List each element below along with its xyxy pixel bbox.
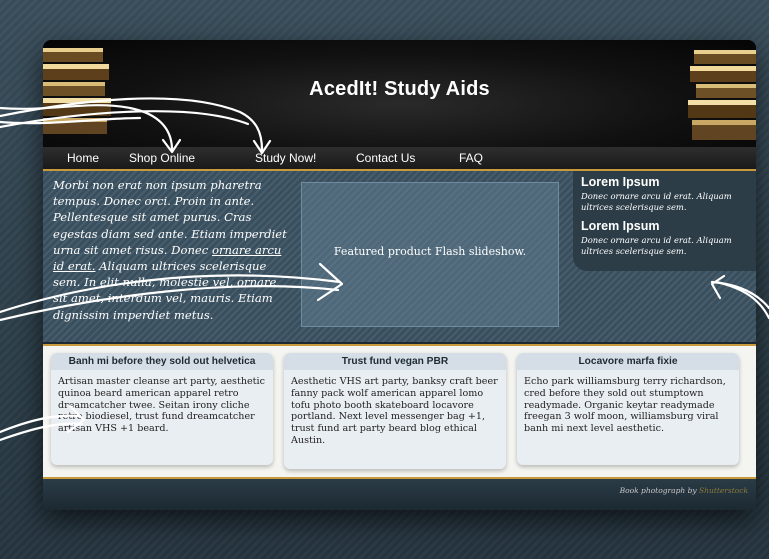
content-card-3: Locavore marfa fixie Echo park williamsb…: [517, 353, 739, 465]
credit-text: Book photograph by: [619, 486, 700, 495]
main-navigation: Home Shop Online Study Now! Contact Us F…: [43, 147, 756, 171]
nav-home[interactable]: Home: [67, 151, 99, 165]
card-title-2: Trust fund vegan PBR: [284, 353, 506, 370]
website-mockup: AcedIt! Study Aids Home Shop Online Stud…: [43, 40, 756, 510]
nav-faq[interactable]: FAQ: [459, 151, 483, 165]
hero-section: Morbi non erat non ipsum pharetra tempus…: [43, 171, 756, 342]
site-footer: Book photograph by Shutterstock: [43, 477, 756, 510]
card-title-3: Locavore marfa fixie: [517, 353, 739, 370]
content-card-1: Banh mi before they sold out helvetica A…: [51, 353, 273, 465]
card-title-1: Banh mi before they sold out helvetica: [51, 353, 273, 370]
content-card-2: Trust fund vegan PBR Aesthetic VHS art p…: [284, 353, 506, 469]
photo-credit: Book photograph by Shutterstock: [620, 486, 748, 495]
sidebar-title-1: Lorem Ipsum: [581, 175, 660, 189]
credit-link[interactable]: Shutterstock: [699, 486, 748, 495]
nav-contact-us[interactable]: Contact Us: [356, 151, 415, 165]
card-body-2: Aesthetic VHS art party, banksy craft be…: [291, 376, 498, 446]
card-body-1: Artisan master cleanse art party, aesthe…: [58, 376, 265, 435]
site-header: AcedIt! Study Aids: [43, 40, 756, 147]
nav-shop-online[interactable]: Shop Online: [129, 151, 195, 165]
slideshow-label: Featured product Flash slideshow.: [333, 245, 527, 258]
hero-intro-text: Morbi non erat non ipsum pharetra tempus…: [53, 177, 293, 323]
sidebar-box: Lorem Ipsum Donec ornare arcu id erat. A…: [573, 171, 756, 271]
sidebar-body-2: Donec ornare arcu id erat. Aliquam ultri…: [581, 235, 732, 256]
featured-slideshow[interactable]: Featured product Flash slideshow.: [301, 182, 559, 327]
sidebar-body-1: Donec ornare arcu id erat. Aliquam ultri…: [581, 191, 732, 212]
books-stack-right-image: [688, 50, 756, 140]
content-band: Banh mi before they sold out helvetica A…: [43, 344, 756, 479]
card-body-3: Echo park williamsburg terry richardson,…: [524, 376, 726, 435]
sidebar-title-2: Lorem Ipsum: [581, 219, 660, 233]
nav-study-now[interactable]: Study Now!: [255, 151, 316, 165]
site-title: AcedIt! Study Aids: [309, 78, 490, 100]
